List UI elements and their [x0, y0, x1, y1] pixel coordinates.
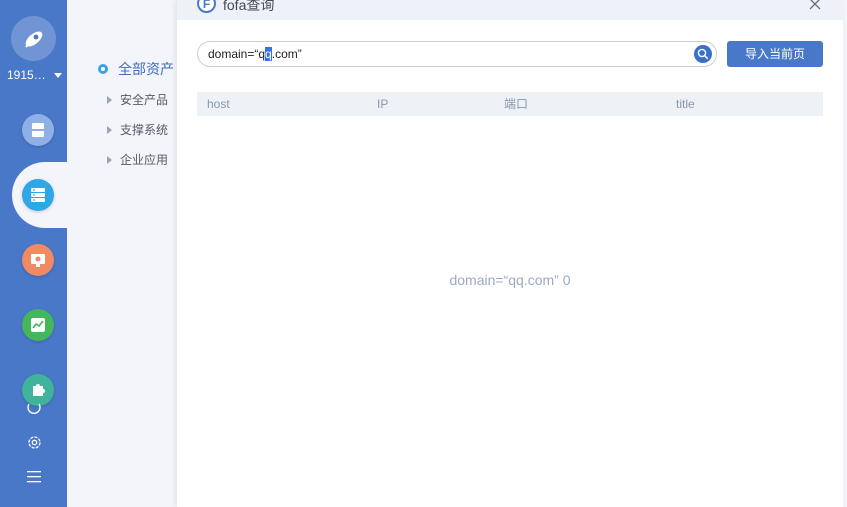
nav-vulnerability[interactable]: [22, 244, 54, 276]
app-logo-icon: [11, 16, 56, 61]
tree-root-label: 全部资产: [118, 61, 174, 77]
empty-results-message: domain=“qq.com” 0: [449, 272, 571, 288]
tree-item-label: 支撑系统: [120, 123, 169, 137]
column-header-port[interactable]: 端口: [504, 92, 528, 116]
search-input[interactable]: domain=“qq.com”: [197, 41, 717, 67]
import-current-page-button[interactable]: 导入当前页: [727, 41, 823, 67]
user-menu[interactable]: 1915…: [7, 68, 62, 82]
tree-item-label: 安全产品: [120, 93, 169, 107]
nav-scanner[interactable]: [22, 114, 54, 146]
tree-item-security-products[interactable]: 安全产品: [107, 91, 168, 108]
scanner-icon: [30, 123, 46, 137]
tree-item-label: 企业应用: [120, 153, 169, 167]
gear-icon[interactable]: [24, 432, 44, 452]
dialog-title: fofa查询: [223, 0, 275, 13]
dialog-header: F fofa查询: [177, 0, 843, 20]
column-header-ip[interactable]: IP: [377, 92, 388, 116]
chevron-down-icon: [53, 73, 62, 79]
column-header-title[interactable]: title: [676, 92, 695, 116]
chevron-right-icon: [107, 155, 112, 164]
asset-tree: 全部资产 安全产品 支撑系统 企业应用: [67, 0, 177, 507]
tree-item-enterprise-apps[interactable]: 企业应用: [107, 151, 168, 168]
nav-monitor[interactable]: [22, 309, 54, 341]
search-text-before: domain=“q: [208, 47, 266, 61]
chevron-right-icon: [107, 125, 112, 134]
menu-icon[interactable]: [24, 467, 44, 487]
fofa-query-dialog: F fofa查询 domain=“qq.com” 导入当前页 host IP 端…: [177, 0, 843, 507]
close-icon[interactable]: [807, 0, 823, 12]
server-icon: [31, 188, 45, 202]
search-icon[interactable]: [694, 45, 712, 63]
chart-icon: [31, 318, 45, 332]
left-rail: 1915…: [0, 0, 82, 507]
chevron-right-icon: [107, 95, 112, 104]
search-query-text[interactable]: domain=“qq.com”: [208, 42, 302, 66]
fofa-logo-icon: F: [197, 0, 216, 13]
nav-assets[interactable]: [22, 179, 54, 211]
tree-root-icon: [98, 64, 108, 74]
search-text-selection: q: [265, 47, 272, 61]
power-icon[interactable]: [24, 396, 44, 416]
search-text-after: .com”: [271, 47, 302, 61]
results-table-header: host IP 端口 title: [197, 92, 823, 116]
vulnerability-icon: [31, 254, 45, 267]
user-name: 1915…: [7, 68, 46, 82]
tree-root-all-assets[interactable]: 全部资产: [98, 59, 174, 79]
tree-item-support-systems[interactable]: 支撑系统: [107, 121, 168, 138]
column-header-host[interactable]: host: [207, 92, 230, 116]
